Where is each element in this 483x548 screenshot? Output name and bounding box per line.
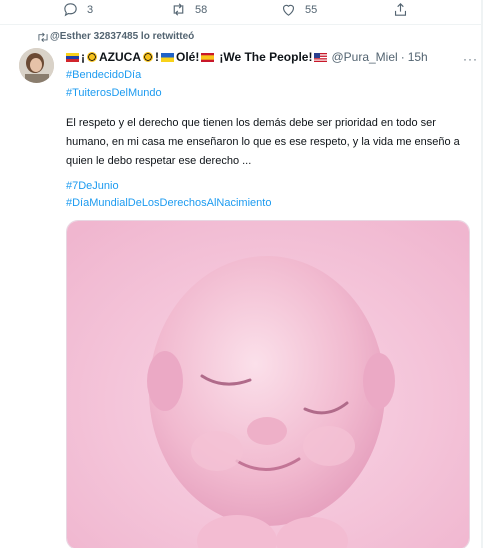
- bee-icon: [143, 52, 153, 62]
- author-name-ole: Olé!: [176, 50, 200, 64]
- share-icon: [394, 3, 407, 16]
- reply-button[interactable]: 3: [62, 1, 93, 18]
- hashtag-link[interactable]: #DíaMundialDeLosDerechosAlNacimiento: [66, 197, 271, 209]
- author-name-main: AZUCA: [99, 50, 141, 64]
- previous-tweet-actions: 3 58 55: [0, 0, 483, 24]
- share-button[interactable]: [392, 1, 409, 18]
- header-separator: ·: [400, 50, 405, 64]
- like-button[interactable]: 55: [280, 1, 317, 18]
- avatar[interactable]: [19, 48, 54, 83]
- avatar-image: [19, 48, 54, 83]
- like-count: 55: [305, 3, 318, 16]
- retweet-context-text: @Esther 32837485 lo retwitteó: [50, 31, 195, 42]
- tweet-media[interactable]: [66, 220, 470, 548]
- bee-icon: [87, 52, 97, 62]
- reply-count: 3: [87, 3, 94, 16]
- baby-image: [67, 221, 469, 548]
- retweet-icon: [173, 3, 184, 16]
- tweet-timestamp[interactable]: 15h: [408, 50, 428, 64]
- tweet-body: El respeto y el derecho que tienen los d…: [66, 117, 460, 167]
- tweet-divider: [0, 24, 483, 25]
- ukraine-flag-icon: [161, 52, 174, 62]
- reply-icon: [64, 3, 77, 17]
- hashtag-link[interactable]: #7DeJunio: [66, 180, 119, 192]
- author-name[interactable]: ¡ AZUCA ! Olé! ¡We The People!: [66, 50, 328, 64]
- retweet-icon: [38, 32, 48, 42]
- retweet-button[interactable]: 58: [170, 1, 207, 18]
- hashtag-link[interactable]: #BendecidoDía: [66, 69, 141, 81]
- more-options-button[interactable]: ···: [463, 52, 478, 66]
- tweet-header: ¡ AZUCA ! Olé! ¡We The People! @Pura_Mie…: [66, 49, 428, 65]
- usa-flag-icon: [314, 52, 328, 62]
- spain-flag-icon: [201, 52, 215, 62]
- author-handle[interactable]: @Pura_Miel: [331, 50, 397, 64]
- author-name-prefix: ¡: [81, 50, 85, 64]
- like-icon: [282, 4, 295, 16]
- author-name-mid: !: [155, 50, 159, 64]
- retweet-context[interactable]: @Esther 32837485 lo retwitteó: [38, 31, 195, 42]
- hashtag-link[interactable]: #TuiterosDelMundo: [66, 87, 162, 99]
- retweet-count: 58: [195, 3, 208, 16]
- venezuela-flag-icon: [66, 52, 79, 62]
- author-name-tail: ¡We The People!: [219, 50, 313, 64]
